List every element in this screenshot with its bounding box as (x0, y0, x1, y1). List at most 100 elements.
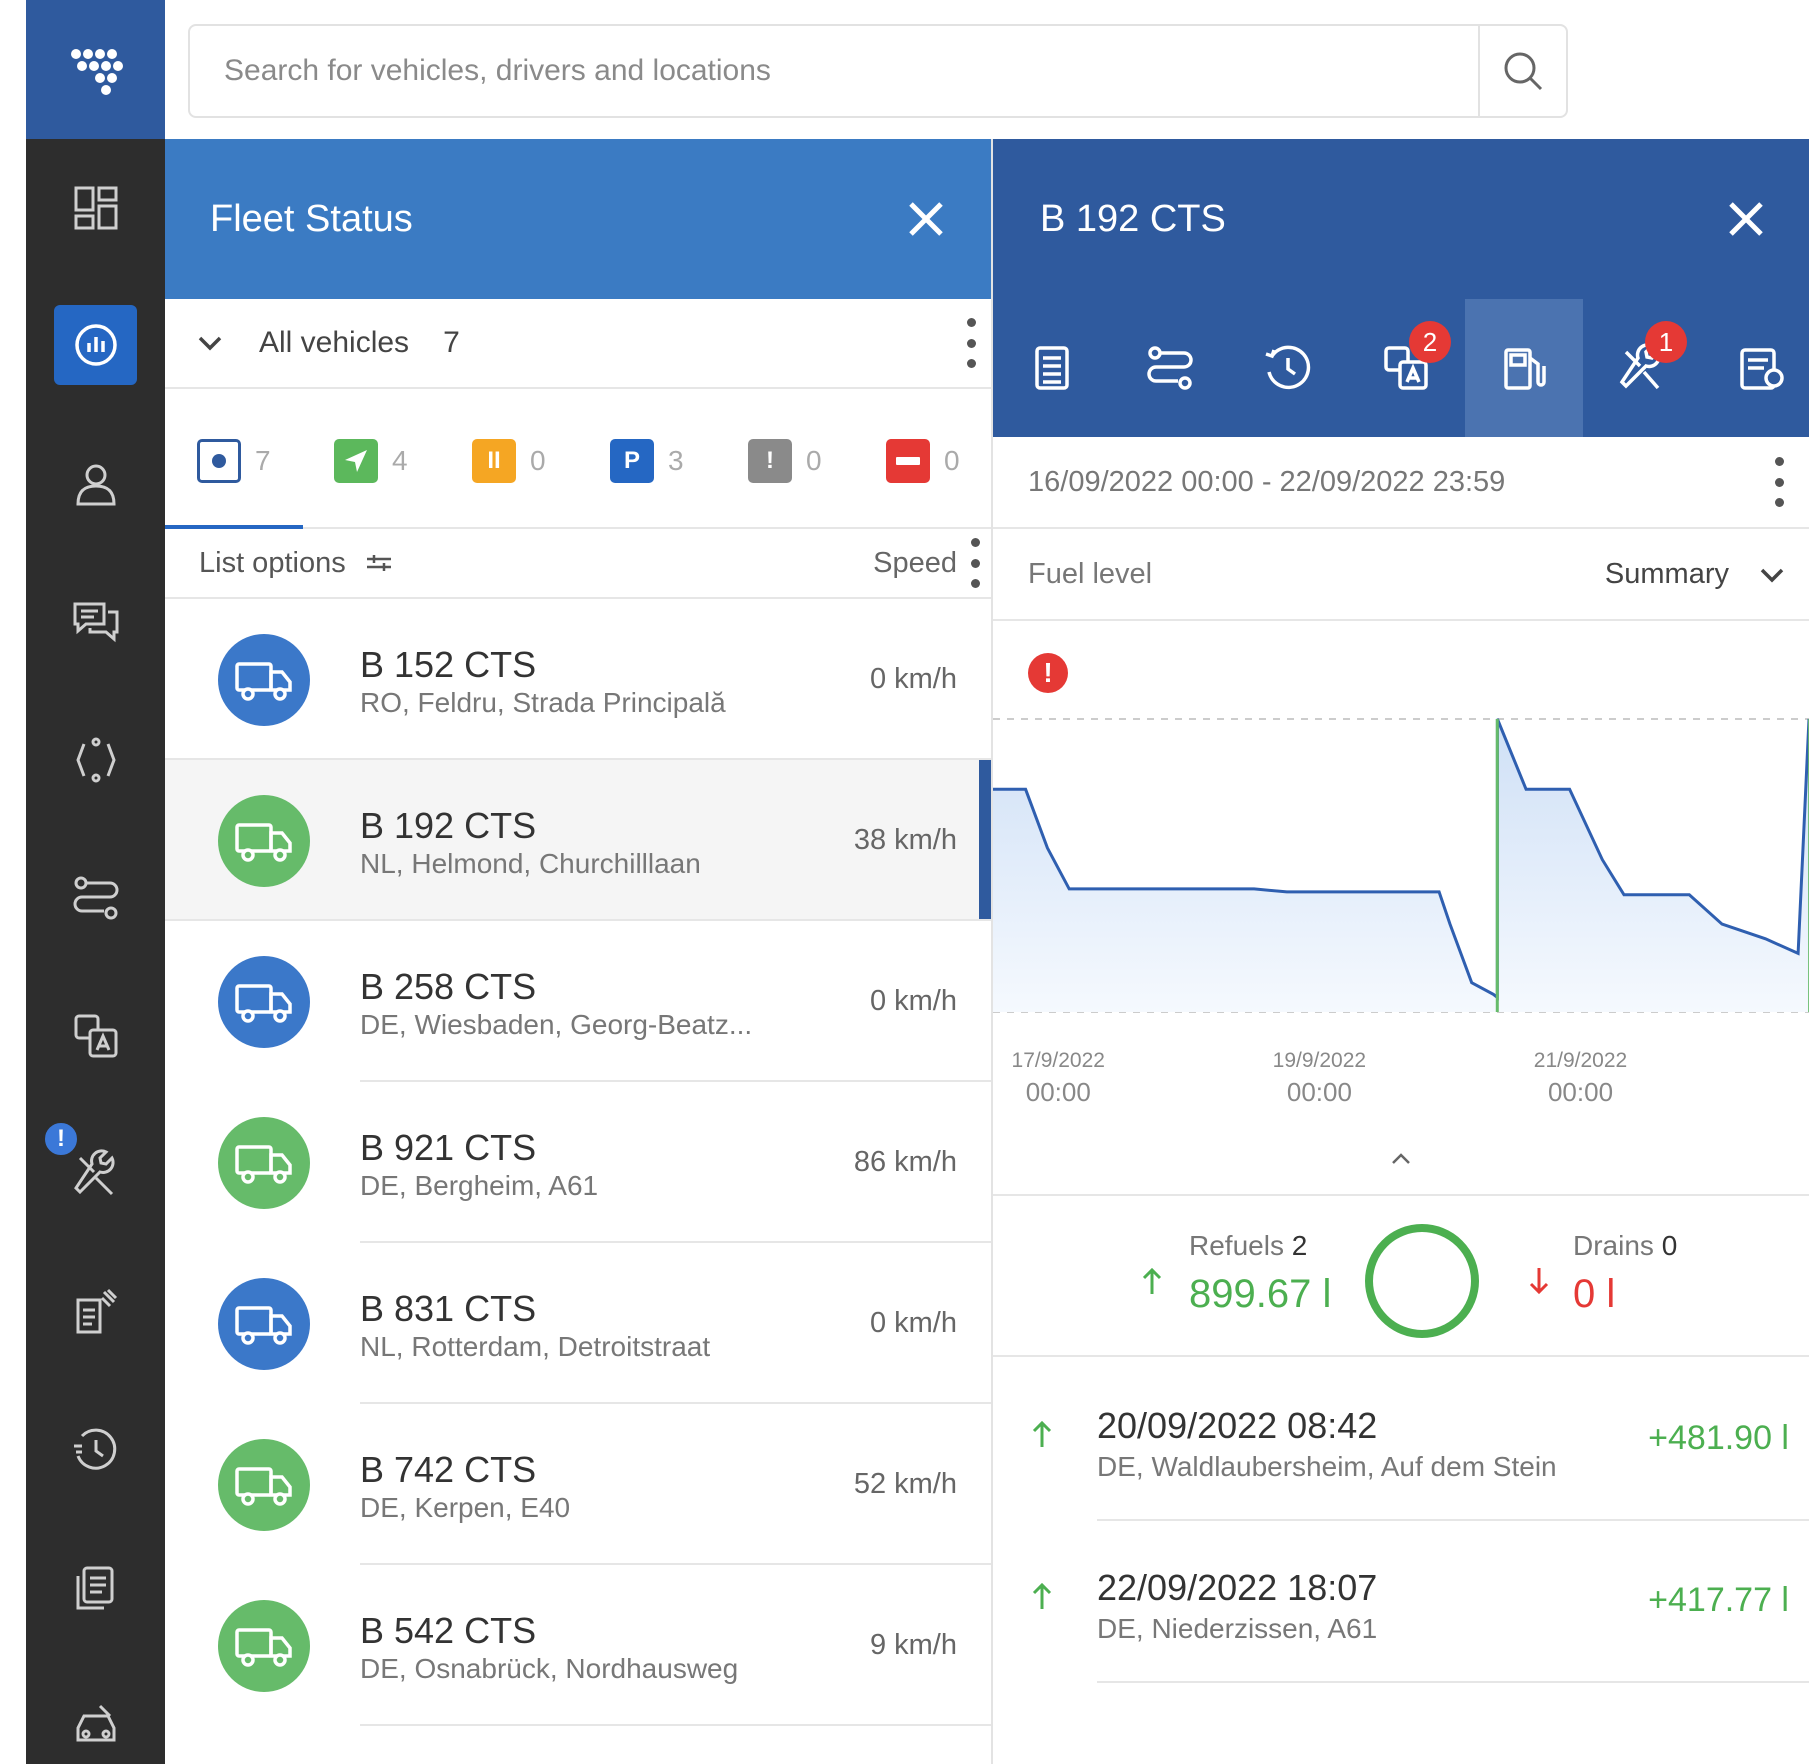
sidebar-item-sync[interactable] (54, 720, 137, 800)
search-button[interactable] (1478, 26, 1566, 116)
x-tick-time: 00:00 (1548, 1077, 1613, 1107)
vehicle-plate: B 831 CTS (360, 1288, 537, 1329)
maintenance-alert-badge: ! (42, 1120, 80, 1158)
vehicle-speed: 38 km/h (853, 824, 957, 856)
list-options-button[interactable]: List options (199, 547, 392, 580)
sidebar-item-history[interactable] (54, 1410, 137, 1490)
tab-trip-log[interactable] (993, 299, 1111, 437)
sidebar-item-documents[interactable] (54, 1548, 137, 1628)
tab-fuel[interactable] (1465, 299, 1583, 437)
event-time: 20/09/2022 08:42 (1097, 1405, 1378, 1446)
filter-driving[interactable]: 4 (334, 439, 408, 483)
vehicle-status-avatar (218, 795, 310, 887)
close-icon (909, 202, 943, 236)
fuel-level-area (993, 719, 1809, 1012)
all-status-icon (197, 439, 241, 483)
vehicle-list-item[interactable]: B 742 CTS DE, Kerpen, E40 52 km/h (165, 1404, 991, 1565)
group-menu-button[interactable] (961, 318, 981, 368)
search-input[interactable] (190, 26, 1478, 116)
tab-maintenance[interactable]: 1 (1583, 299, 1701, 437)
collapse-chart-button[interactable] (1386, 1147, 1416, 1176)
sort-label[interactable]: Speed (873, 547, 957, 580)
fuel-summary: Refuels 2 899.67 l Drains 0 0 l (993, 1194, 1809, 1357)
parked-status-icon: P (610, 439, 654, 483)
window-edge (0, 0, 26, 1764)
sidebar-item-drivers[interactable] (54, 444, 137, 524)
refuel-event[interactable]: 22/09/2022 18:07 DE, Niederzissen, A61 +41… (993, 1521, 1809, 1683)
vehicle-list-item[interactable]: B 921 CTS DE, Bergheim, A61 86 km/h (165, 1082, 991, 1243)
vehicle-status-avatar (218, 1117, 310, 1209)
tab-route[interactable] (1111, 299, 1229, 437)
view-select[interactable]: Summary (1605, 558, 1729, 591)
event-time: 22/09/2022 18:07 (1097, 1567, 1378, 1608)
vehicle-location: RO, Feldru, Strada Principală (360, 687, 726, 718)
alert-status-icon: ! (748, 439, 792, 483)
drains-total: 0 l (1573, 1272, 1616, 1316)
vehicle-status-avatar (218, 1278, 310, 1370)
app-logo[interactable] (26, 0, 165, 139)
vehicle-status-avatar (218, 1600, 310, 1692)
fleet-status-panel: Fleet Status All vehicles 7 7 4 II 0 P 3… (165, 139, 993, 1764)
vehicle-plate: B 258 CTS (360, 966, 537, 1007)
vehicle-list-item[interactable]: B 831 CTS NL, Rotterdam, Detroitstraat 0 k… (165, 1243, 991, 1404)
vehicle-group-selector[interactable]: All vehicles 7 (165, 299, 991, 389)
chart-warning-icon[interactable]: ! (1028, 653, 1068, 693)
vehicle-plate: B 152 CTS (360, 644, 537, 685)
sidebar-item-vehicles[interactable] (54, 1686, 137, 1764)
vehicle-plate: B 542 CTS (360, 1610, 537, 1651)
paused-status-icon: II (472, 439, 516, 483)
filter-all[interactable]: 7 (197, 439, 271, 483)
close-detail-panel-button[interactable] (1721, 194, 1771, 244)
date-menu-button[interactable] (1769, 457, 1789, 507)
filter-blocked[interactable]: 0 (886, 439, 960, 483)
sidebar: ! (26, 0, 165, 1764)
report-icon (1740, 348, 1784, 390)
vehicle-list-item[interactable]: B 542 CTS DE, Osnabrück, Nordhausweg 9 km/… (165, 1565, 991, 1726)
vehicle-plate: B 921 CTS (360, 1127, 537, 1168)
driving-status-icon (334, 439, 378, 483)
sidebar-item-messages[interactable] (54, 582, 137, 662)
filter-count: 0 (944, 445, 960, 476)
vehicle-detail-header: B 192 CTS (993, 139, 1809, 299)
maintenance-icon (73, 1149, 115, 1196)
vehicle-speed: 52 km/h (853, 1468, 957, 1500)
sidebar-item-translate[interactable] (54, 996, 137, 1076)
sidebar-item-fleet-status[interactable] (54, 305, 137, 385)
list-options-bar: List options Speed (165, 529, 991, 599)
group-label: All vehicles (259, 326, 410, 359)
tab-history[interactable] (1229, 299, 1347, 437)
global-search (188, 24, 1568, 118)
list-menu-button[interactable] (965, 538, 985, 588)
vehicle-location: DE, Osnabrück, Nordhausweg (360, 1653, 739, 1684)
filter-alert[interactable]: ! 0 (748, 439, 822, 483)
filter-parked[interactable]: P 3 (610, 439, 684, 483)
sidebar-item-maintenance[interactable]: ! (42, 1120, 137, 1214)
sidebar-item-reports[interactable] (54, 1272, 137, 1352)
logo-icon (70, 48, 123, 95)
filter-paused[interactable]: II 0 (472, 439, 546, 483)
sidebar-item-routes[interactable] (54, 858, 137, 938)
date-range-row[interactable]: 16/09/2022 00:00 - 22/09/2022 23:59 (993, 437, 1809, 529)
close-fleet-panel-button[interactable] (901, 194, 951, 244)
truck-icon (235, 662, 292, 701)
sliders-icon (366, 555, 391, 571)
truck-icon (235, 1145, 292, 1184)
sidebar-item-dashboard[interactable] (54, 168, 137, 248)
refuel-event[interactable]: 20/09/2022 08:42 DE, Waldlaubersheim, Auf… (993, 1359, 1809, 1521)
tab-translate[interactable]: 2 (1347, 299, 1465, 437)
fuel-pump-icon (1504, 348, 1546, 390)
vehicle-location: NL, Helmond, Churchilllaan (360, 848, 701, 879)
vehicle-list-item[interactable]: B 258 CTS DE, Wiesbaden, Georg-Beatz... 0 … (165, 921, 991, 1082)
tab-report[interactable] (1701, 299, 1809, 437)
vehicle-title: B 192 CTS (1040, 197, 1226, 240)
routes-icon (73, 876, 118, 920)
x-tick-time: 00:00 (1287, 1077, 1352, 1107)
vehicle-location: DE, Wiesbaden, Georg-Beatz... (360, 1009, 753, 1040)
vehicle-list-item[interactable]: B 152 CTS RO, Feldru, Strada Principală 0 … (165, 599, 991, 760)
vehicle-list-item[interactable]: B 192 CTS NL, Helmond, Churchilllaan 38 km… (165, 760, 991, 921)
vehicle-location: NL, Rotterdam, Detroitstraat (360, 1331, 711, 1362)
app: ! Search for vehicles, drivers and locat… (0, 0, 1809, 1764)
chevron-down-icon[interactable] (1757, 560, 1787, 590)
vehicle-speed: 86 km/h (853, 1146, 957, 1178)
event-location: DE, Niederzissen, A61 (1097, 1613, 1378, 1644)
